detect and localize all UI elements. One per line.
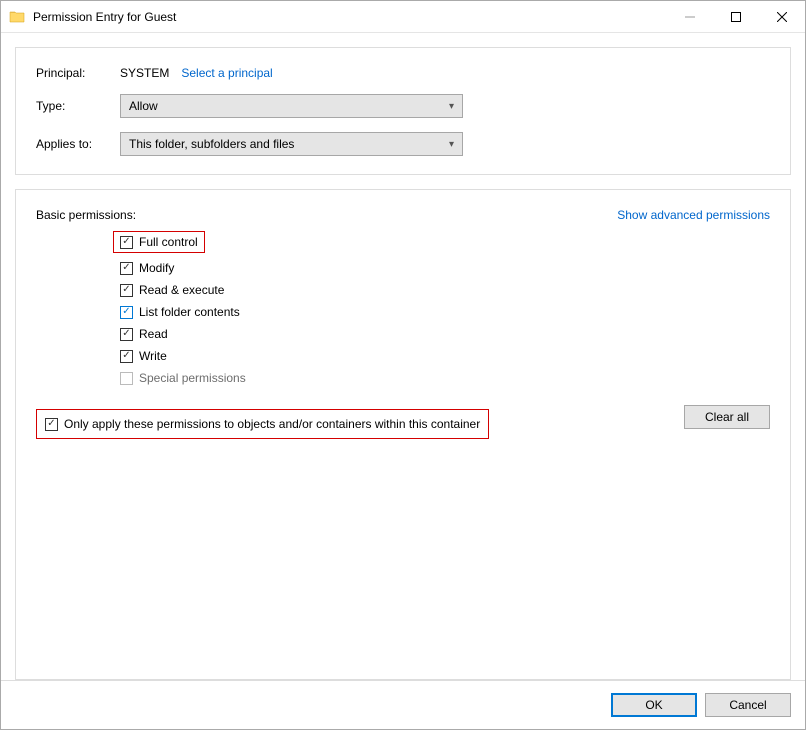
principal-label: Principal: <box>36 66 120 80</box>
close-button[interactable] <box>759 2 805 32</box>
permission-checkbox[interactable]: ✓ <box>120 306 133 319</box>
folder-icon <box>9 9 25 25</box>
applies-label: Applies to: <box>36 137 120 151</box>
permission-checkbox[interactable]: ✓ <box>120 262 133 275</box>
applies-row: Applies to: This folder, subfolders and … <box>36 132 770 156</box>
permissions-list: ✓ Full control ✓ Modify ✓ Read & execute ✓ List… <box>120 231 770 385</box>
show-advanced-link[interactable]: Show advanced permissions <box>617 208 770 222</box>
chevron-down-icon: ▾ <box>449 139 454 150</box>
content-area: Principal: SYSTEM Select a principal Typ… <box>1 33 805 680</box>
footer: OK Cancel <box>1 680 805 729</box>
check-icon: ✓ <box>122 263 130 273</box>
permission-label: Write <box>139 349 167 363</box>
type-row: Type: Allow ▾ <box>36 94 770 118</box>
permission-label: Modify <box>139 261 174 275</box>
permission-label: List folder contents <box>139 305 240 319</box>
check-icon: ✓ <box>122 237 130 247</box>
permission-entry-window: Permission Entry for Guest Principal: SY… <box>0 0 806 730</box>
principal-value: SYSTEM <box>120 66 169 80</box>
check-icon: ✓ <box>122 307 130 317</box>
check-icon: ✓ <box>47 419 55 429</box>
permission-checkbox[interactable]: ✓ <box>120 350 133 363</box>
type-dropdown-value: Allow <box>129 99 158 113</box>
permission-label: Read & execute <box>139 283 224 297</box>
apply-only-label: Only apply these permissions to objects … <box>64 417 480 431</box>
permission-item: ✓ Read <box>120 327 770 341</box>
apply-only-checkbox[interactable]: ✓ <box>45 418 58 431</box>
permission-checkbox[interactable]: ✓ <box>120 284 133 297</box>
apply-only-row: ✓ Only apply these permissions to object… <box>36 409 770 439</box>
permission-item: ✓ List folder contents <box>120 305 770 319</box>
type-dropdown[interactable]: Allow ▾ <box>120 94 463 118</box>
principal-row: Principal: SYSTEM Select a principal <box>36 66 770 80</box>
permission-item: Special permissions <box>120 371 770 385</box>
clear-all-button[interactable]: Clear all <box>684 405 770 429</box>
permission-label: Special permissions <box>139 371 246 385</box>
type-label: Type: <box>36 99 120 113</box>
permission-item: ✓ Write <box>120 349 770 363</box>
cancel-button[interactable]: Cancel <box>705 693 791 717</box>
permission-item: ✓ Modify <box>120 261 770 275</box>
permissions-header: Basic permissions: Show advanced permiss… <box>36 208 770 222</box>
permission-checkbox <box>120 372 133 385</box>
titlebar: Permission Entry for Guest <box>1 1 805 33</box>
permission-item: ✓ Full control <box>113 231 205 253</box>
check-icon: ✓ <box>122 329 130 339</box>
permission-item: ✓ Read & execute <box>120 283 770 297</box>
permission-label: Full control <box>139 235 198 249</box>
minimize-button[interactable] <box>667 2 713 32</box>
applies-dropdown-value: This folder, subfolders and files <box>129 137 294 151</box>
ok-button[interactable]: OK <box>611 693 697 717</box>
check-icon: ✓ <box>122 351 130 361</box>
window-controls <box>667 2 805 32</box>
permission-checkbox[interactable]: ✓ <box>120 236 133 249</box>
maximize-button[interactable] <box>713 2 759 32</box>
permissions-panel: Basic permissions: Show advanced permiss… <box>15 189 791 680</box>
chevron-down-icon: ▾ <box>449 101 454 112</box>
principal-panel: Principal: SYSTEM Select a principal Typ… <box>15 47 791 175</box>
window-title: Permission Entry for Guest <box>33 10 667 24</box>
applies-dropdown[interactable]: This folder, subfolders and files ▾ <box>120 132 463 156</box>
apply-only-highlight: ✓ Only apply these permissions to object… <box>36 409 489 439</box>
basic-permissions-title: Basic permissions: <box>36 208 136 222</box>
check-icon: ✓ <box>122 285 130 295</box>
permission-checkbox[interactable]: ✓ <box>120 328 133 341</box>
select-principal-link[interactable]: Select a principal <box>181 66 272 80</box>
permission-label: Read <box>139 327 168 341</box>
